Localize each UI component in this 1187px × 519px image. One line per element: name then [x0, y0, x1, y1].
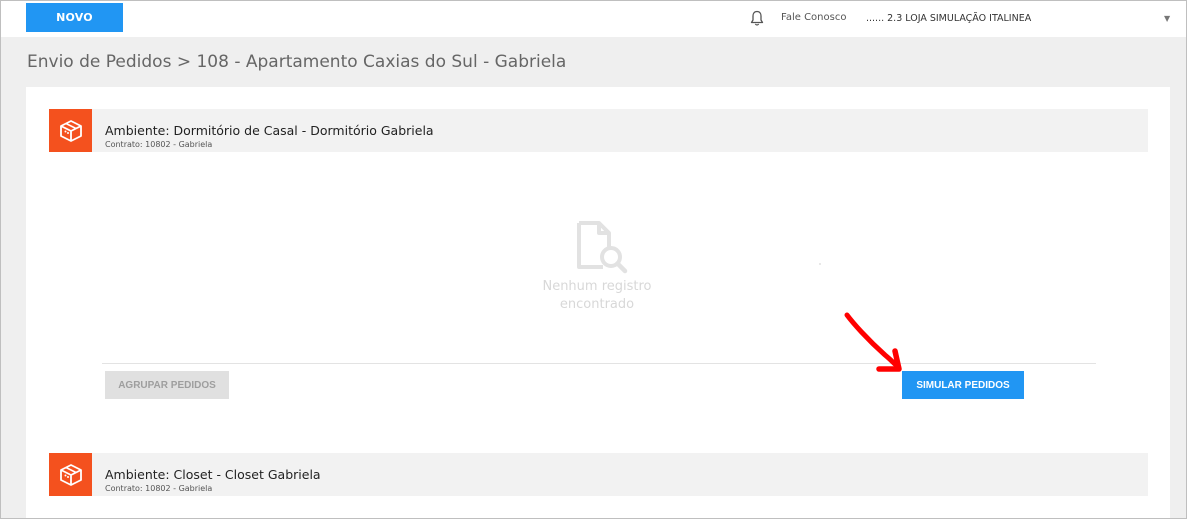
- novo-button[interactable]: NOVO: [26, 3, 123, 32]
- empty-state-message: Nenhum registro encontrado: [522, 278, 672, 314]
- divider: [102, 363, 1096, 364]
- ambiente-title: Ambiente: Dormitório de Casal - Dormitór…: [105, 123, 434, 138]
- top-bar: NOVO Fale Conosco ...... 2.3 LOJA SIMULA…: [1, 1, 1186, 37]
- chevron-down-icon[interactable]: ▼: [1164, 14, 1170, 23]
- simular-pedidos-button[interactable]: SIMULAR PEDIDOS: [902, 371, 1024, 399]
- ambiente-card[interactable]: Ambiente: Closet - Closet Gabriela Contr…: [49, 453, 1148, 496]
- annotation-arrow-icon: [844, 312, 902, 372]
- ambiente-contract: Contrato: 10802 - Gabriela: [105, 140, 213, 149]
- bell-icon[interactable]: [749, 10, 765, 27]
- ambiente-contract: Contrato: 10802 - Gabriela: [105, 484, 213, 493]
- breadcrumb: Envio de Pedidos > 108 - Apartamento Cax…: [27, 52, 567, 72]
- agrupar-pedidos-button[interactable]: AGRUPAR PEDIDOS: [105, 371, 229, 399]
- document-search-icon: [577, 221, 628, 274]
- store-selector[interactable]: ...... 2.3 LOJA SIMULAÇÃO ITALINEA: [866, 13, 1031, 24]
- package-icon: [49, 109, 92, 152]
- empty-state-line-2: encontrado: [559, 297, 635, 312]
- package-icon: [49, 453, 92, 496]
- fale-conosco-link[interactable]: Fale Conosco: [781, 12, 846, 23]
- empty-state-line-1: Nenhum registro: [542, 279, 652, 294]
- ambiente-card[interactable]: Ambiente: Dormitório de Casal - Dormitór…: [49, 109, 1148, 152]
- app-window: NOVO Fale Conosco ...... 2.3 LOJA SIMULA…: [0, 0, 1187, 519]
- ambiente-title: Ambiente: Closet - Closet Gabriela: [105, 467, 321, 482]
- stray-dot: [819, 263, 821, 265]
